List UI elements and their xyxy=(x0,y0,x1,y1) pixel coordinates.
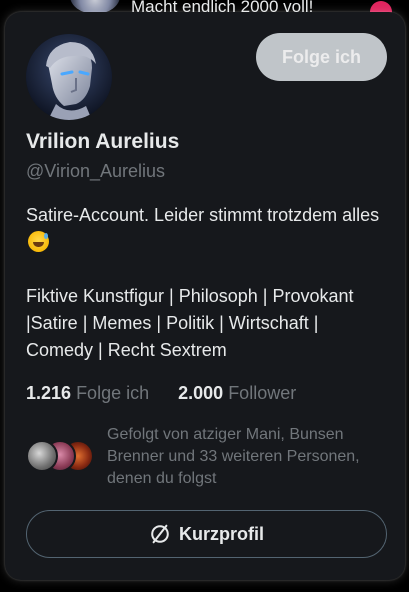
follower-avatar xyxy=(26,440,58,472)
followers-label: Follower xyxy=(228,383,297,403)
followers-count: 2.000 xyxy=(178,383,224,403)
following-button[interactable]: Folge ich xyxy=(256,33,387,81)
profile-hover-card: Folge ich Vrilion Aurelius @Virion_Aurel… xyxy=(5,12,405,580)
profile-avatar[interactable] xyxy=(26,34,112,120)
followed-by-avatars xyxy=(26,440,96,472)
bio-text-line2: Fiktive Kunstfigur | Philosoph | Provoka… xyxy=(26,286,354,360)
statue-avatar-image xyxy=(26,34,112,120)
profile-summary-button[interactable]: Kurzprofil xyxy=(26,510,387,558)
slashed-circle-icon xyxy=(151,524,169,544)
sweat-smile-emoji-icon xyxy=(28,231,49,252)
following-stat[interactable]: 1.216 Folge ich xyxy=(26,383,149,404)
follow-stats: 1.216 Folge ich 2.000 Follower xyxy=(26,383,320,404)
bio-spacer xyxy=(26,256,386,283)
profile-bio: Satire-Account. Leider stimmt trotzdem a… xyxy=(26,202,386,364)
user-handle[interactable]: @Virion_Aurelius xyxy=(26,161,165,182)
followed-by-row[interactable]: Gefolgt von atziger Mani, Bunsen Brenner… xyxy=(26,424,386,494)
following-count: 1.216 xyxy=(26,383,72,403)
profile-summary-label: Kurzprofil xyxy=(179,523,264,544)
following-label: Folge ich xyxy=(76,383,150,403)
display-name[interactable]: Vrilion Aurelius xyxy=(26,130,179,154)
bio-text-line1: Satire-Account. Leider stimmt trotzdem a… xyxy=(26,205,380,225)
followed-by-text: Gefolgt von atziger Mani, Bunsen Brenner… xyxy=(107,426,360,487)
followers-stat[interactable]: 2.000 Follower xyxy=(178,383,296,404)
